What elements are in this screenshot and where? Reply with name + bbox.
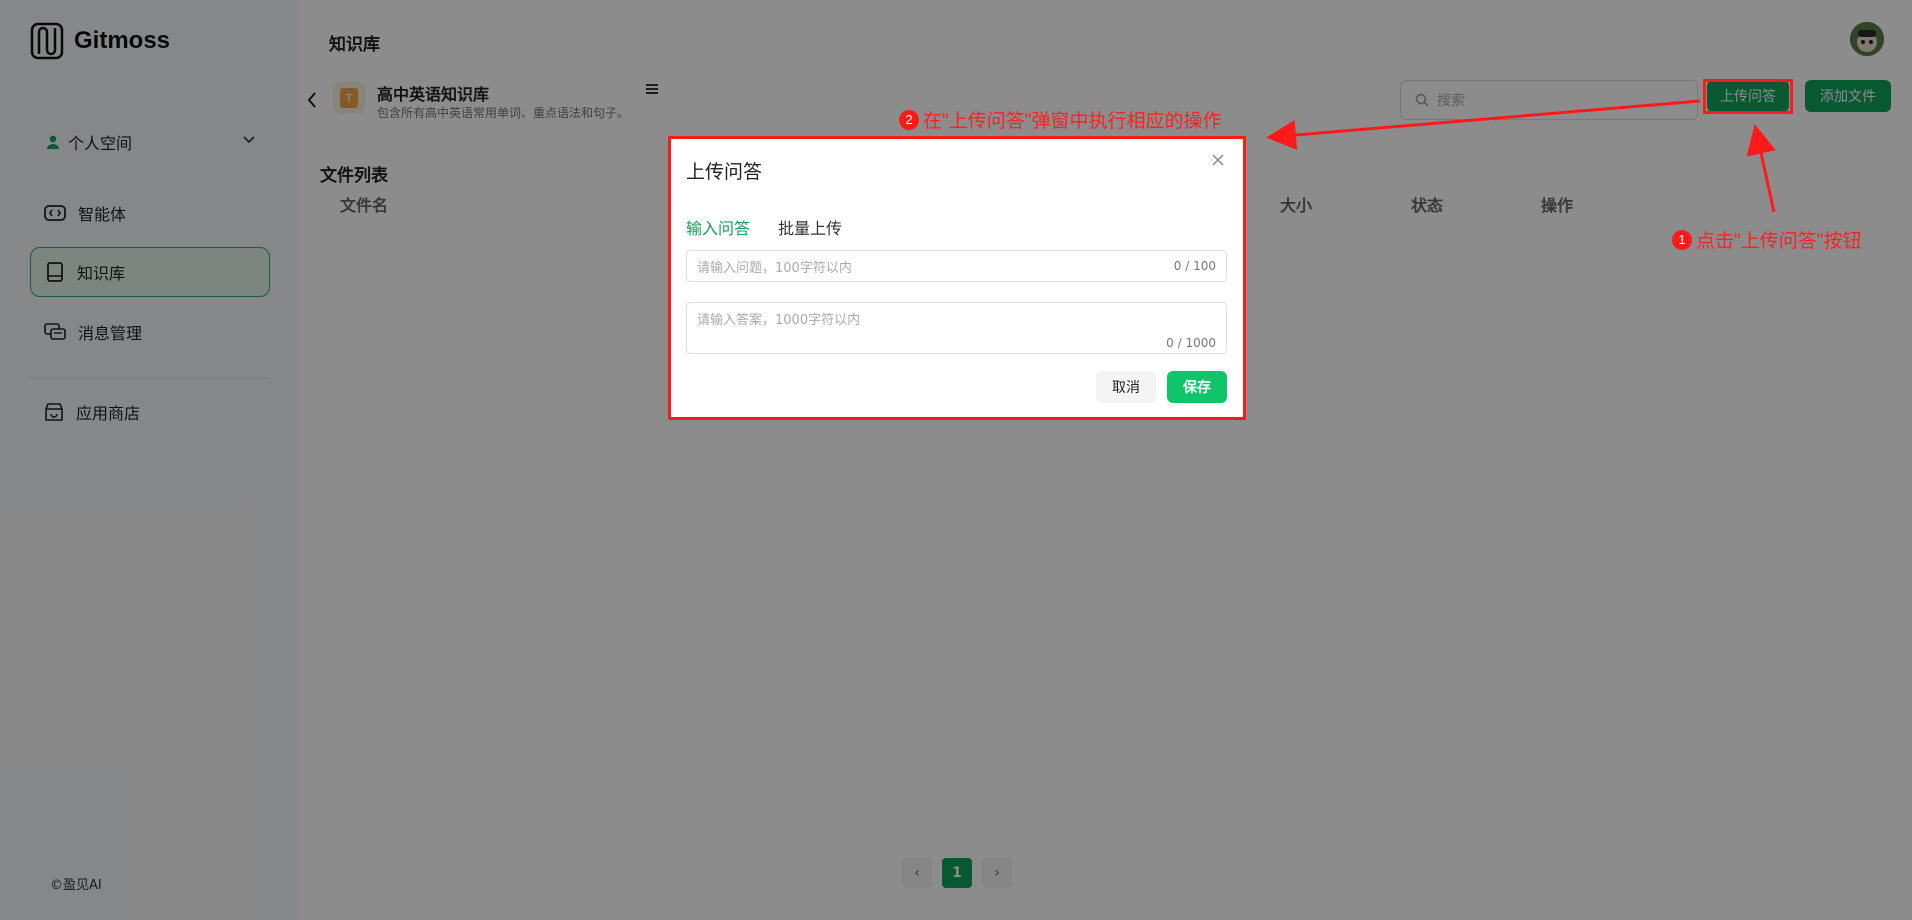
annotation-step-1: 1 点击"上传问答"按钮 bbox=[1672, 226, 1862, 253]
step-number-badge: 2 bbox=[899, 109, 919, 130]
highlight-dialog bbox=[668, 136, 1246, 420]
annotation-step-2: 2 在"上传问答"弹窗中执行相应的操作 bbox=[899, 106, 1222, 133]
annotation-text: 在"上传问答"弹窗中执行相应的操作 bbox=[923, 111, 1222, 132]
annotation-text: 点击"上传问答"按钮 bbox=[1696, 231, 1862, 252]
step-number-badge: 1 bbox=[1672, 229, 1692, 250]
highlight-upload-button bbox=[1703, 79, 1793, 114]
